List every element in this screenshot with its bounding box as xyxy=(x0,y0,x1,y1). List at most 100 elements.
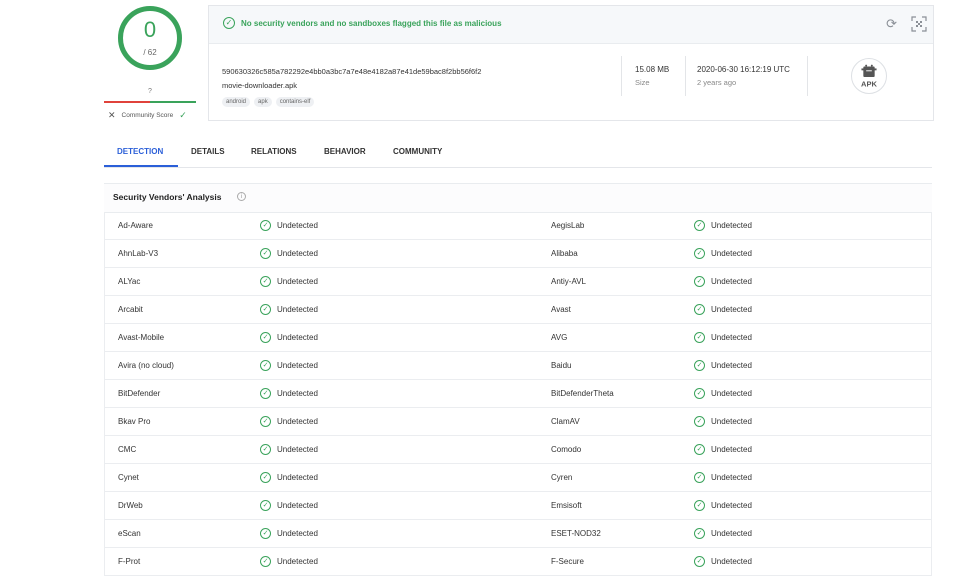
vendor-result: ✓ Undetected xyxy=(694,500,752,511)
file-hash[interactable]: 590630326c585a782292e4bb0a3bc7a7e48e4182… xyxy=(222,67,481,76)
tab-details[interactable]: DETAILS xyxy=(191,147,225,156)
check-circle-icon: ✓ xyxy=(694,444,705,455)
vendor-result-label: Undetected xyxy=(711,333,752,342)
vendor-result: ✓ Undetected xyxy=(694,276,752,287)
vendor-result: ✓ Undetected xyxy=(260,500,318,511)
vendor-result: ✓ Undetected xyxy=(260,416,318,427)
vendor-name: CMC xyxy=(118,445,137,454)
table-row: eScan ✓ Undetected ESET-NOD32 ✓ Undetected xyxy=(104,520,932,548)
tab-relations[interactable]: RELATIONS xyxy=(251,147,297,156)
file-summary-panel: ✓ No security vendors and no sandboxes f… xyxy=(208,5,934,121)
table-row: Avast-Mobile ✓ Undetected AVG ✓ Undetected xyxy=(104,324,932,352)
vendor-result: ✓ Undetected xyxy=(260,528,318,539)
apk-file-type-icon: APK xyxy=(851,58,887,94)
vendor-result-label: Undetected xyxy=(277,277,318,286)
vendor-result: ✓ Undetected xyxy=(260,556,318,567)
check-circle-icon: ✓ xyxy=(260,332,271,343)
tag-contains-elf[interactable]: contains-elf xyxy=(275,97,315,107)
check-circle-icon: ✓ xyxy=(694,472,705,483)
tab-community[interactable]: COMMUNITY xyxy=(393,147,442,156)
active-tab-indicator xyxy=(104,165,178,167)
vendor-result: ✓ Undetected xyxy=(694,416,752,427)
vendor-name: Avira (no cloud) xyxy=(118,361,174,370)
file-name: movie-downloader.apk xyxy=(222,81,298,90)
table-row: Bkav Pro ✓ Undetected ClamAV ✓ Undetected xyxy=(104,408,932,436)
community-score-label: Community Score xyxy=(121,112,174,119)
vendor-result-label: Undetected xyxy=(711,361,752,370)
vendor-name: Cyren xyxy=(551,473,573,482)
table-row: Arcabit ✓ Undetected Avast ✓ Undetected xyxy=(104,296,932,324)
tab-detection[interactable]: DETECTION xyxy=(117,147,163,156)
vendor-name: Avast xyxy=(551,305,571,314)
vendor-name: Comodo xyxy=(551,445,582,454)
divider xyxy=(685,56,686,96)
analysis-date: 2020-06-30 16:12:19 UTC xyxy=(697,65,790,74)
check-circle-icon: ✓ xyxy=(260,472,271,483)
community-score-bar xyxy=(104,101,196,103)
vendor-result-label: Undetected xyxy=(711,529,752,538)
vendor-name: Alibaba xyxy=(551,249,578,258)
tab-behavior[interactable]: BEHAVIOR xyxy=(324,147,366,156)
vendor-result: ✓ Undetected xyxy=(694,472,752,483)
vendor-result: ✓ Undetected xyxy=(260,332,318,343)
check-circle-icon: ✓ xyxy=(260,276,271,287)
vendor-result-label: Undetected xyxy=(711,277,752,286)
vendor-result: ✓ Undetected xyxy=(260,360,318,371)
check-circle-icon: ✓ xyxy=(260,556,271,567)
qr-code-icon[interactable] xyxy=(911,16,927,32)
check-circle-icon: ✓ xyxy=(694,332,705,343)
vendor-result-label: Undetected xyxy=(277,501,318,510)
vendor-result: ✓ Undetected xyxy=(260,220,318,231)
x-icon[interactable]: ✕ xyxy=(108,110,116,121)
check-circle-icon: ✓ xyxy=(694,304,705,315)
vendor-name: eScan xyxy=(118,529,141,538)
refresh-icon[interactable]: ⟳ xyxy=(886,16,897,32)
table-row: ALYac ✓ Undetected Antiy-AVL ✓ Undetected xyxy=(104,268,932,296)
vendor-result-label: Undetected xyxy=(277,333,318,342)
tag-android[interactable]: android xyxy=(222,97,251,107)
detection-total: / 62 xyxy=(143,48,157,57)
vendor-name: Avast-Mobile xyxy=(118,333,165,342)
vendor-result: ✓ Undetected xyxy=(260,248,318,259)
table-row: Ad-Aware ✓ Undetected AegisLab ✓ Undetected xyxy=(104,212,932,240)
vendor-name: ALYac xyxy=(118,277,141,286)
detection-count: 0 xyxy=(143,17,157,42)
vendor-result-label: Undetected xyxy=(277,557,318,566)
vendor-result: ✓ Undetected xyxy=(260,444,318,455)
vendor-result: ✓ Undetected xyxy=(694,388,752,399)
vendor-name: Antiy-AVL xyxy=(551,277,586,286)
vendor-result-label: Undetected xyxy=(277,249,318,258)
vendor-name: AhnLab-V3 xyxy=(118,249,159,258)
section-title: Security Vendors' Analysis xyxy=(113,192,222,202)
check-circle-icon: ✓ xyxy=(694,220,705,231)
vendor-result-label: Undetected xyxy=(711,249,752,258)
divider xyxy=(621,56,622,96)
vendor-name: F-Secure xyxy=(551,557,584,566)
vendor-name: Emsisoft xyxy=(551,501,582,510)
verdict-text: No security vendors and no sandboxes fla… xyxy=(241,19,502,28)
check-icon[interactable]: ✓ xyxy=(179,110,187,121)
vendor-result-label: Undetected xyxy=(277,473,318,482)
vendor-result-label: Undetected xyxy=(277,445,318,454)
file-size: 15.08 MB xyxy=(635,65,670,74)
vendor-result-label: Undetected xyxy=(711,557,752,566)
vendor-name: Bkav Pro xyxy=(118,417,151,426)
community-score-value: ? xyxy=(148,88,152,95)
vendor-result: ✓ Undetected xyxy=(694,248,752,259)
vendor-result: ✓ Undetected xyxy=(694,444,752,455)
vendor-result-label: Undetected xyxy=(277,389,318,398)
info-icon[interactable]: i xyxy=(237,192,246,201)
check-circle-icon: ✓ xyxy=(260,500,271,511)
file-size-label: Size xyxy=(635,78,650,87)
vendor-result: ✓ Undetected xyxy=(694,556,752,567)
vendor-result-label: Undetected xyxy=(277,529,318,538)
vendor-result: ✓ Undetected xyxy=(694,528,752,539)
vendor-result: ✓ Undetected xyxy=(260,304,318,315)
vendor-name: Ad-Aware xyxy=(118,221,153,230)
tag-apk[interactable]: apk xyxy=(254,97,272,107)
vendor-result: ✓ Undetected xyxy=(260,276,318,287)
analysis-date-relative: 2 years ago xyxy=(697,78,737,87)
score-ring: 0 / 62 xyxy=(118,6,182,70)
vendor-name: DrWeb xyxy=(118,501,143,510)
check-circle-icon: ✓ xyxy=(694,416,705,427)
